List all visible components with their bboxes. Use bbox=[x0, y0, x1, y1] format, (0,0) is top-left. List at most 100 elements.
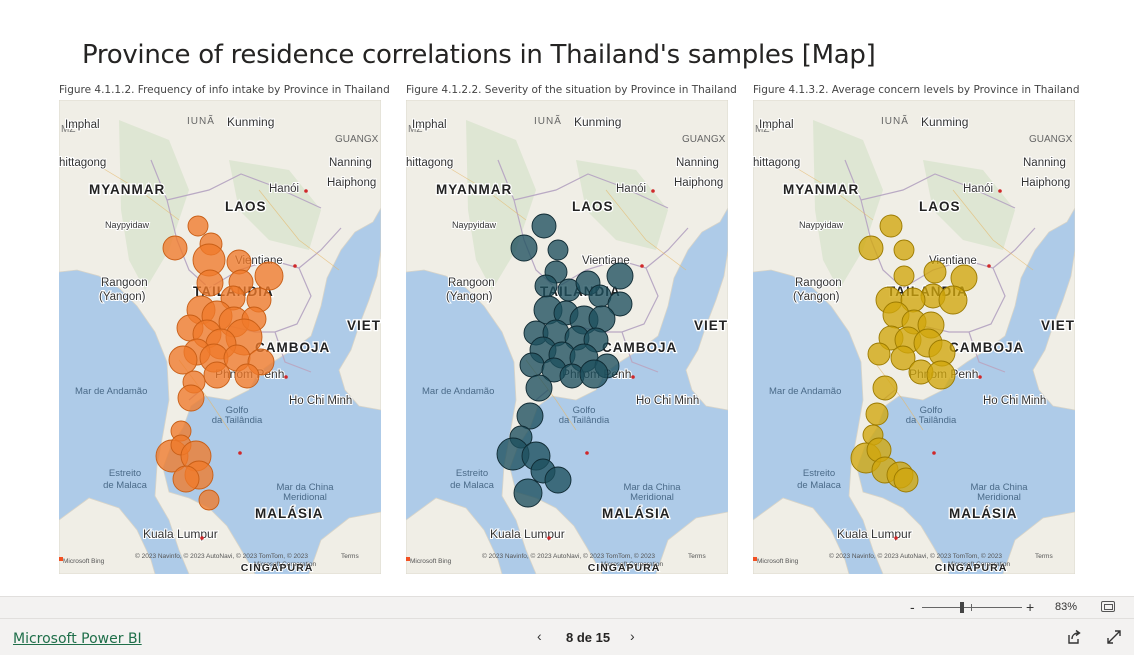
copyright-text: © 2023 Navinfo, © 2023 AutoNavi, © 2023 … bbox=[482, 552, 655, 560]
bubble-map[interactable]: MZ Imphal IUNÃ Kunming GUANGX hittagong Nannin… bbox=[753, 100, 1075, 574]
zoom-in-button[interactable]: + bbox=[1026, 599, 1034, 615]
province-bubble[interactable] bbox=[938, 285, 968, 315]
zoom-bar: - + 83% bbox=[0, 596, 1134, 618]
province-bubble[interactable] bbox=[234, 363, 260, 389]
fullscreen-icon[interactable] bbox=[1106, 629, 1122, 645]
zoom-level: 83% bbox=[1055, 601, 1078, 613]
label-haiphong: Haiphong bbox=[327, 177, 376, 189]
copyright-text: © 2023 Navinfo, © 2023 AutoNavi, © 2023 … bbox=[135, 552, 308, 560]
city-marker bbox=[987, 264, 991, 268]
label-malaysia: MALÁSIA bbox=[949, 506, 1018, 521]
label-myanmar: MYANMAR bbox=[89, 182, 165, 197]
label-vietnam: VIET bbox=[694, 318, 728, 333]
province-bubble[interactable] bbox=[544, 466, 572, 494]
share-icon[interactable] bbox=[1066, 629, 1082, 645]
label-cambodia: CAMBOJA bbox=[949, 340, 1024, 355]
label-vietnam: VIET bbox=[1041, 318, 1075, 333]
terms-link: Terms bbox=[688, 553, 706, 560]
label-andaman-sea: Mar de Andamão bbox=[422, 386, 494, 397]
province-bubble[interactable] bbox=[254, 261, 284, 291]
bubble-map[interactable]: MZ Imphal IUNÃ Kunming GUANGX hittagong Nannin… bbox=[406, 100, 728, 574]
label-laos: LAOS bbox=[225, 199, 267, 214]
label-guangxi: GUANGX bbox=[682, 134, 726, 145]
fit-to-page-icon[interactable] bbox=[1101, 601, 1115, 612]
label-myanmar: MYANMAR bbox=[436, 182, 512, 197]
province-bubble[interactable] bbox=[879, 214, 903, 238]
province-bubble[interactable] bbox=[926, 360, 956, 390]
province-bubble[interactable] bbox=[531, 213, 557, 239]
zoom-slider-midmark bbox=[971, 604, 972, 611]
power-bi-link[interactable]: Microsoft Power BI bbox=[13, 631, 142, 647]
footer-bar: Microsoft Power BI ‹ 8 de 15 › bbox=[0, 618, 1134, 655]
label-nanning: Nanning bbox=[1023, 157, 1066, 169]
province-bubble[interactable] bbox=[534, 274, 558, 298]
label-scs-2: Meridional bbox=[283, 492, 327, 503]
label-chittagong: hittagong bbox=[753, 157, 800, 169]
label-yangon: (Yangon) bbox=[793, 291, 840, 303]
province-bubble[interactable] bbox=[172, 465, 200, 493]
province-bubble[interactable] bbox=[198, 489, 220, 511]
label-kuala-lumpur: Kuala Lumpur bbox=[490, 527, 565, 541]
next-page-button[interactable]: › bbox=[630, 628, 635, 644]
province-bubble[interactable] bbox=[516, 402, 544, 430]
panel-caption: Figure 4.1.3.2. Average concern levels b… bbox=[753, 84, 1080, 96]
zoom-slider-track[interactable] bbox=[922, 607, 1022, 608]
province-bubble[interactable] bbox=[893, 265, 915, 287]
province-bubble[interactable] bbox=[865, 402, 889, 426]
province-bubble[interactable] bbox=[203, 361, 231, 389]
label-yangon: (Yangon) bbox=[99, 291, 146, 303]
city-marker bbox=[978, 375, 982, 379]
city-marker bbox=[293, 264, 297, 268]
label-imphal: Imphal bbox=[65, 119, 100, 131]
label-strait: Estreito bbox=[456, 468, 488, 479]
province-bubble[interactable] bbox=[196, 269, 224, 297]
copyright-text: © 2023 Navinfo, © 2023 AutoNavi, © 2023 … bbox=[829, 552, 1002, 560]
province-bubble[interactable] bbox=[168, 345, 198, 375]
province-bubble[interactable] bbox=[923, 260, 947, 284]
label-yunnan: IUNÃ bbox=[534, 114, 562, 127]
bubble-map[interactable]: MZ Imphal IUNÃ Kunming GUANGX hittagong Nannin… bbox=[59, 100, 381, 574]
map-canvas: MZImphal IUNÃ KunmingGUANGXhittagong Nannin… bbox=[406, 100, 728, 574]
province-bubble[interactable] bbox=[513, 478, 543, 508]
zoom-out-button[interactable]: - bbox=[910, 599, 915, 615]
page-title: Province of residence correlations in Th… bbox=[82, 40, 876, 70]
province-bubble[interactable] bbox=[858, 235, 884, 261]
label-cambodia: CAMBOJA bbox=[602, 340, 677, 355]
province-bubble[interactable] bbox=[867, 342, 891, 366]
bing-logo-icon bbox=[406, 557, 410, 561]
panel-caption: Figure 4.1.1.2. Frequency of info intake… bbox=[59, 84, 390, 96]
province-bubble[interactable] bbox=[893, 467, 919, 493]
bing-logo-icon bbox=[753, 557, 757, 561]
province-bubble[interactable] bbox=[510, 234, 538, 262]
label-scs-2: Meridional bbox=[630, 492, 674, 503]
province-bubble[interactable] bbox=[162, 235, 188, 261]
bing-logo-icon bbox=[59, 557, 63, 561]
province-bubble[interactable] bbox=[519, 352, 545, 378]
province-bubble[interactable] bbox=[187, 215, 209, 237]
province-bubble[interactable] bbox=[872, 375, 898, 401]
previous-page-button[interactable]: ‹ bbox=[537, 628, 542, 644]
map-panel-severity: Figure 4.1.2.2. Severity of the situatio… bbox=[406, 84, 737, 575]
province-bubble[interactable] bbox=[547, 239, 569, 261]
city-marker bbox=[238, 451, 242, 455]
province-bubble[interactable] bbox=[893, 239, 915, 261]
city-marker bbox=[284, 375, 288, 379]
province-bubble[interactable] bbox=[606, 262, 634, 290]
label-laos: LAOS bbox=[572, 199, 614, 214]
label-naypyidaw: Naypyidaw bbox=[452, 220, 497, 230]
label-nanning: Nanning bbox=[676, 157, 719, 169]
province-bubble[interactable] bbox=[579, 359, 609, 389]
city-marker bbox=[651, 189, 655, 193]
city-marker bbox=[631, 375, 635, 379]
label-imphal: Imphal bbox=[759, 119, 794, 131]
label-imphal: Imphal bbox=[412, 119, 447, 131]
page-indicator: 8 de 15 bbox=[566, 630, 611, 645]
label-ho-chi-minh: Ho Chi Minh bbox=[983, 395, 1046, 407]
label-strait: Estreito bbox=[803, 468, 835, 479]
zoom-slider-thumb[interactable] bbox=[960, 602, 964, 613]
province-bubble[interactable] bbox=[177, 384, 205, 412]
label-hanoi: Hanói bbox=[269, 183, 299, 195]
label-chittagong: hittagong bbox=[59, 157, 106, 169]
province-bubble[interactable] bbox=[525, 374, 553, 402]
label-strait-2: de Malaca bbox=[103, 480, 148, 491]
